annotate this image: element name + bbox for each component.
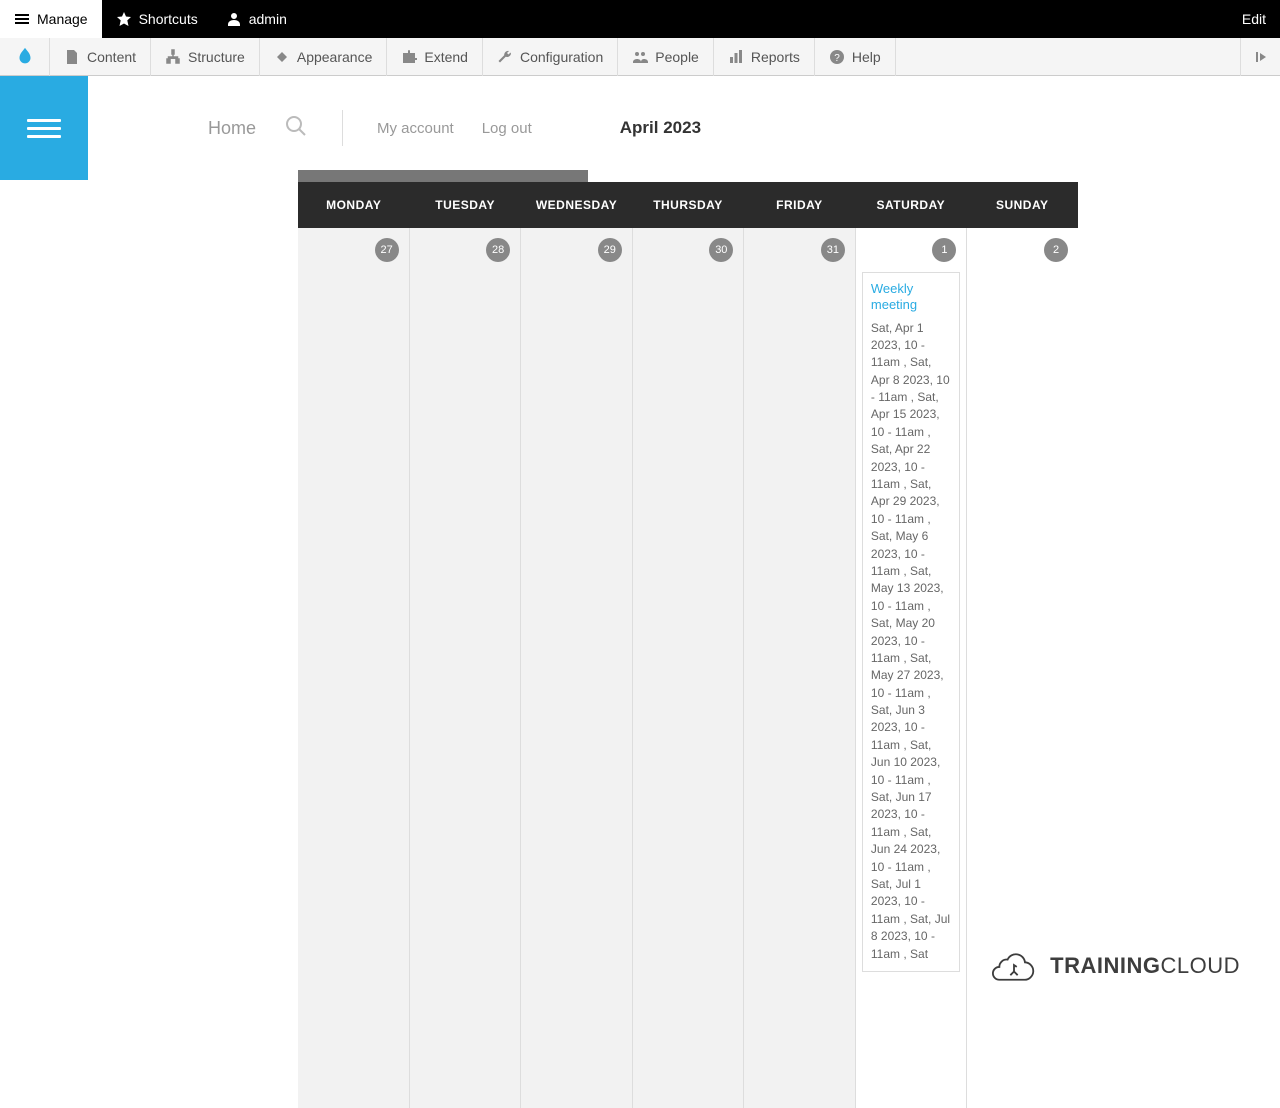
calendar-cell[interactable]: 30 [633, 228, 745, 1108]
calendar-day-number: 30 [709, 238, 733, 262]
menu-content-label: Content [87, 49, 136, 65]
nav-log-out[interactable]: Log out [482, 120, 532, 137]
calendar-header-row: MONDAYTUESDAYWEDNESDAYTHURSDAYFRIDAYSATU… [298, 182, 1078, 228]
menu-people[interactable]: People [618, 38, 714, 76]
admin-toolbar: Manage Shortcuts admin Edit [0, 0, 1280, 38]
chart-icon [728, 49, 744, 65]
cloud-icon [992, 948, 1036, 984]
menu-appearance-label: Appearance [297, 49, 373, 65]
sidebar-menu-toggle[interactable] [0, 76, 88, 180]
menu-extend-label: Extend [424, 49, 468, 65]
event-body: Sat, Apr 1 2023, 10 - 11am , Sat, Apr 8 … [871, 320, 952, 963]
user-icon [226, 11, 242, 27]
hamburger-icon [27, 114, 61, 143]
calendar-day-number: 27 [375, 238, 399, 262]
shortcuts-tab[interactable]: Shortcuts [102, 0, 212, 38]
menu-reports-label: Reports [751, 49, 800, 65]
wrench-icon [497, 49, 513, 65]
calendar-day-number: 1 [932, 238, 956, 262]
nav-divider [342, 110, 343, 146]
menu-content[interactable]: Content [50, 38, 151, 76]
hamburger-icon [14, 11, 30, 27]
menu-configuration[interactable]: Configuration [483, 38, 618, 76]
edit-label: Edit [1242, 11, 1266, 27]
help-icon: ? [829, 49, 845, 65]
structure-icon [165, 49, 181, 65]
calendar-day-number: 31 [821, 238, 845, 262]
menu-structure-label: Structure [188, 49, 245, 65]
nav-home[interactable]: Home [208, 118, 256, 139]
trainingcloud-watermark: TRAININGCLOUD [992, 948, 1240, 984]
calendar-day-header: TUESDAY [409, 182, 520, 228]
calendar-cell[interactable]: 31 [744, 228, 856, 1108]
manage-label: Manage [37, 11, 88, 27]
user-tab[interactable]: admin [212, 0, 301, 38]
menu-help[interactable]: ? Help [815, 38, 896, 76]
menu-configuration-label: Configuration [520, 49, 603, 65]
calendar-day-header: FRIDAY [744, 182, 855, 228]
menu-reports[interactable]: Reports [714, 38, 815, 76]
calendar-day-number: 29 [598, 238, 622, 262]
calendar-day-header: SATURDAY [855, 182, 966, 228]
calendar-cell[interactable]: 29 [521, 228, 633, 1108]
calendar-cell[interactable]: 1 Weekly meeting Sat, Apr 1 2023, 10 - 11a… [856, 228, 968, 1108]
search-icon [284, 114, 308, 138]
watermark-brand-2: CLOUD [1160, 953, 1240, 978]
page-title: April 2023 [620, 118, 701, 138]
watermark-brand-1: TRAINING [1050, 953, 1160, 978]
nav-my-account[interactable]: My account [377, 120, 454, 137]
user-label: admin [249, 11, 287, 27]
calendar-day-number: 2 [1044, 238, 1068, 262]
admin-menu: Content Structure Appearance Extend Conf… [0, 38, 1280, 76]
star-icon [116, 11, 132, 27]
edit-button[interactable]: Edit [1235, 11, 1280, 27]
menu-people-label: People [655, 49, 699, 65]
menu-structure[interactable]: Structure [151, 38, 260, 76]
calendar: MONDAYTUESDAYWEDNESDAYTHURSDAYFRIDAYSATU… [298, 170, 1078, 1108]
calendar-day-header: THURSDAY [632, 182, 743, 228]
calendar-body: 27 28 29 30 31 1 Weekly meeting Sat, Apr 1 2023… [298, 228, 1078, 1108]
calendar-day-number: 28 [486, 238, 510, 262]
event-title[interactable]: Weekly meeting [871, 281, 952, 314]
paint-icon [274, 49, 290, 65]
menu-extend[interactable]: Extend [387, 38, 483, 76]
shortcuts-label: Shortcuts [139, 11, 198, 27]
calendar-day-header: SUNDAY [967, 182, 1078, 228]
drupal-home-icon[interactable] [0, 38, 50, 76]
collapse-toolbar-button[interactable] [1240, 38, 1280, 76]
calendar-cell[interactable]: 27 [298, 228, 410, 1108]
svg-text:?: ? [834, 53, 840, 64]
page-nav: Home My account Log out April 2023 [88, 100, 1280, 156]
manage-tab[interactable]: Manage [0, 0, 102, 38]
calendar-top-accent [298, 170, 588, 182]
people-icon [632, 49, 648, 65]
menu-help-label: Help [852, 49, 881, 65]
file-icon [64, 49, 80, 65]
drupal-icon [14, 46, 36, 68]
calendar-event[interactable]: Weekly meeting Sat, Apr 1 2023, 10 - 11am… [862, 272, 961, 972]
menu-appearance[interactable]: Appearance [260, 38, 388, 76]
left-sidebar [0, 76, 88, 1108]
search-button[interactable] [284, 114, 308, 143]
arrow-left-icon [1253, 49, 1269, 65]
calendar-day-header: WEDNESDAY [521, 182, 632, 228]
puzzle-icon [401, 49, 417, 65]
calendar-day-header: MONDAY [298, 182, 409, 228]
calendar-cell[interactable]: 28 [410, 228, 522, 1108]
